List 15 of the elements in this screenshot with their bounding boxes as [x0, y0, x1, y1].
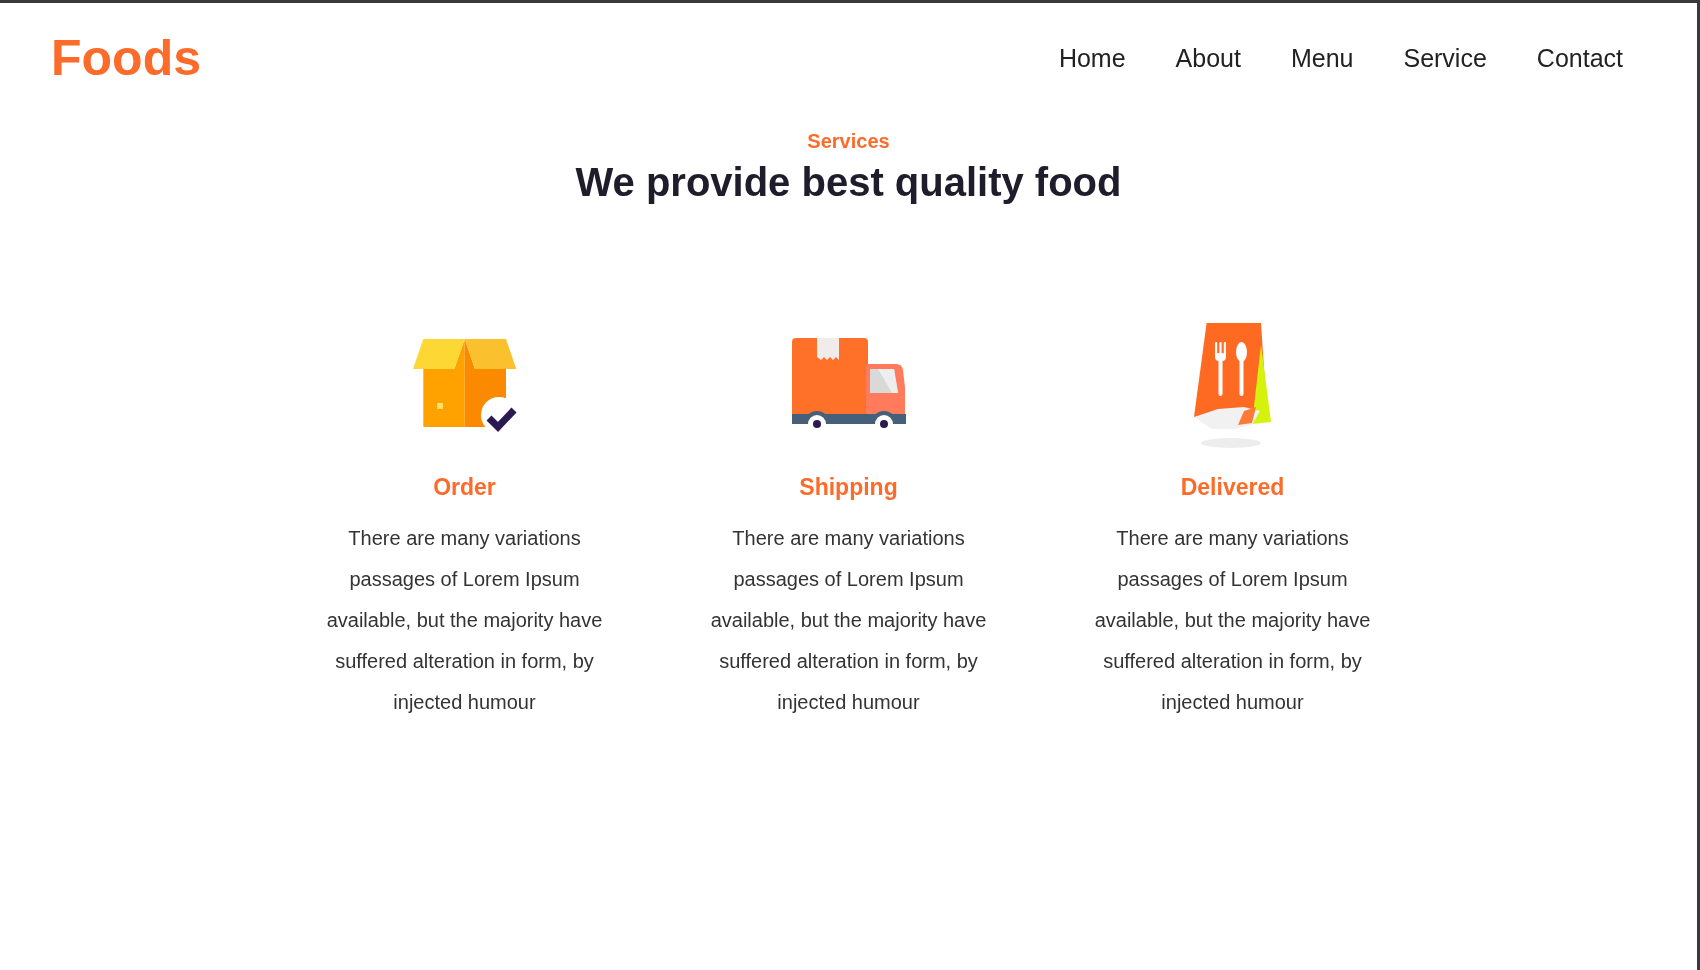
service-title: Order	[433, 473, 496, 502]
nav-link[interactable]: Contact	[1536, 43, 1623, 73]
service-description: There are many variations passages of Lorem Ipsum available, but the majority have suffered alteration in form, by injected humour	[709, 526, 988, 715]
nav-link[interactable]: Home	[1058, 43, 1126, 73]
section-heading: We provide best quality food	[575, 159, 1122, 206]
nav-link[interactable]: Menu	[1290, 43, 1354, 73]
nav-link[interactable]: Service	[1403, 43, 1487, 73]
box-check-icon	[412, 339, 517, 433]
service-description: There are many variations passages of Lorem Ipsum available, but the majority have suffered alteration in form, by injected humour	[325, 526, 604, 715]
service-title: Delivered	[1180, 473, 1285, 502]
section-label: Services	[807, 129, 890, 153]
nav-link[interactable]: About	[1175, 43, 1241, 73]
service-title: Shipping	[799, 473, 898, 502]
service-description: There are many variations passages of Lorem Ipsum available, but the majority have suffered alteration in form, by injected humour	[1093, 526, 1372, 715]
food-bag-icon	[1193, 323, 1272, 449]
